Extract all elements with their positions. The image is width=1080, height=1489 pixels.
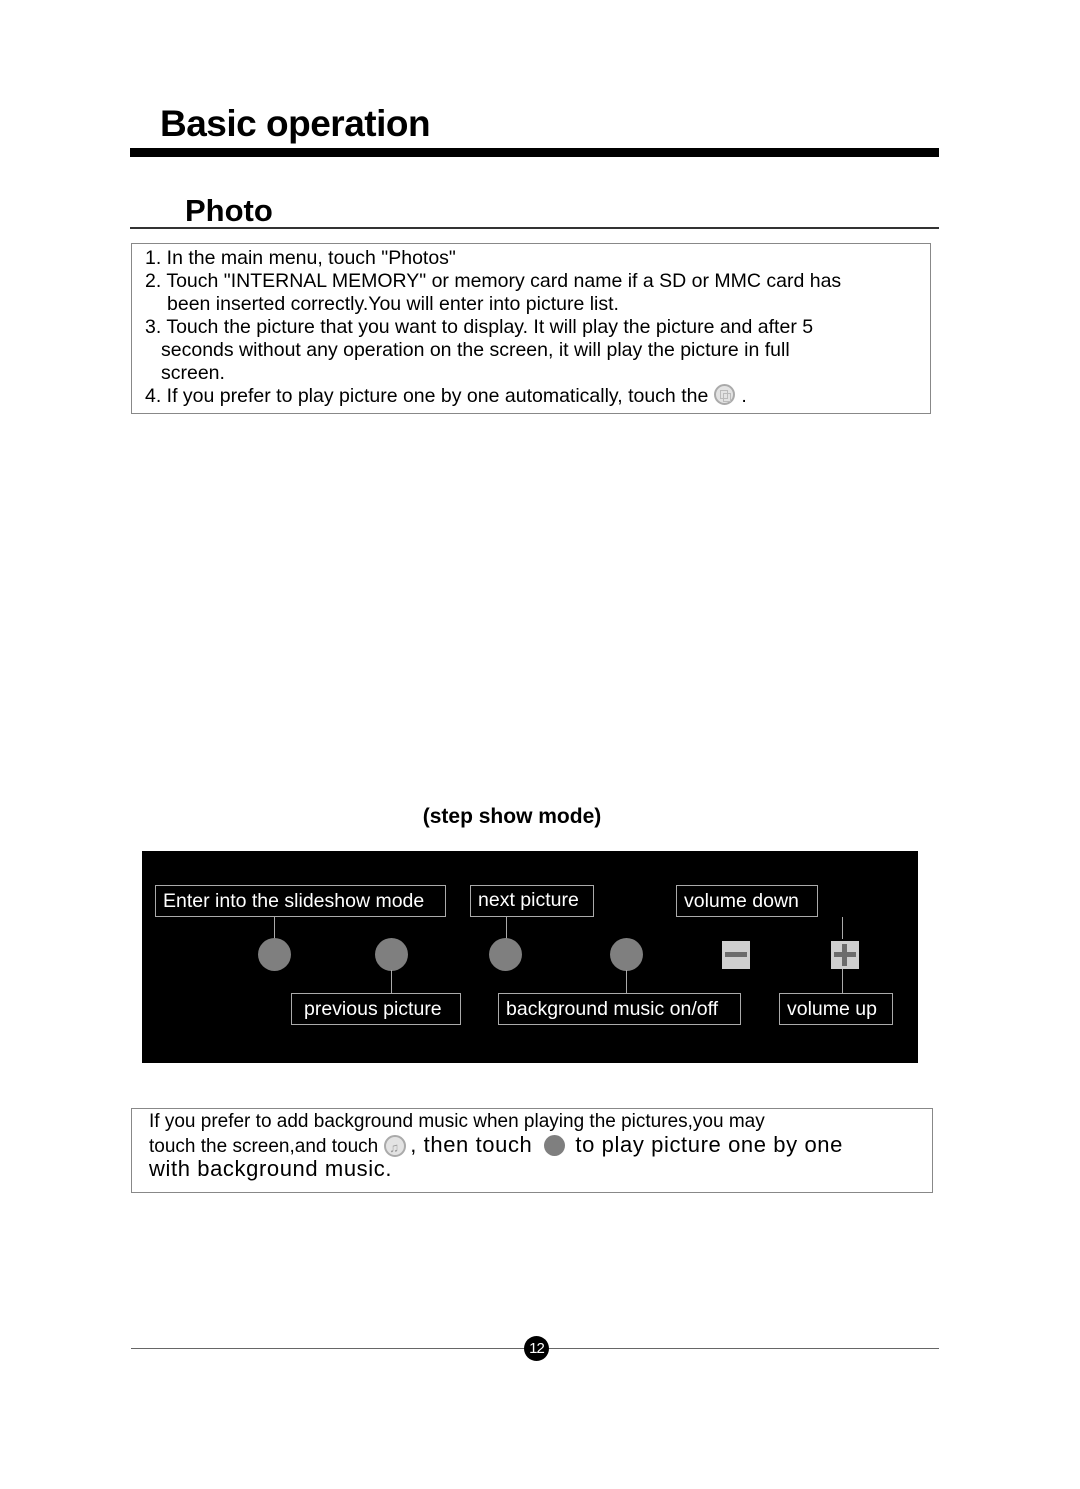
instruction-step-2: 2. Touch "INTERNAL MEMORY" or memory car… <box>145 270 842 292</box>
label-volume-down: volume down <box>676 885 818 917</box>
instructions-box: 1. In the main menu, touch "Photos" 2. T… <box>131 243 931 414</box>
page-number: 12 <box>524 1336 549 1361</box>
note-line-2: touch the screen,and touch , then touch to… <box>149 1132 843 1159</box>
connector-volume-up <box>842 969 843 993</box>
instruction-step-3-cont: seconds without any operation on the scr… <box>161 339 790 361</box>
minus-icon <box>725 952 747 957</box>
previous-button[interactable] <box>375 938 408 971</box>
label-next-picture: next picture <box>470 885 594 917</box>
play-dot-icon <box>544 1135 566 1157</box>
next-button[interactable] <box>489 938 522 971</box>
instruction-step-1: 1. In the main menu, touch "Photos" <box>145 247 456 269</box>
instruction-step-3-cont2: screen. <box>161 362 225 384</box>
plus-icon-vertical <box>842 944 847 966</box>
label-previous-picture: previous picture <box>291 993 461 1025</box>
label-slideshow-mode: Enter into the slideshow mode <box>155 885 446 917</box>
instruction-step-4-end: . <box>741 385 747 407</box>
volume-down-button[interactable] <box>722 941 750 969</box>
label-background-music: background music on/off <box>498 993 741 1025</box>
note-line-1: If you prefer to add background music wh… <box>149 1111 765 1132</box>
note-line-2b: , then touch <box>410 1132 533 1157</box>
connector-music <box>626 970 627 993</box>
connector-volume-down <box>842 917 843 939</box>
section-divider <box>130 227 939 229</box>
instruction-step-2-cont: been inserted correctly.You will enter i… <box>167 293 619 315</box>
diagram-caption: (step show mode) <box>422 805 602 828</box>
section-title: Photo <box>185 193 273 228</box>
music-toggle-button[interactable] <box>610 938 643 971</box>
connector-slideshow <box>274 917 275 939</box>
music-note-box: If you prefer to add background music wh… <box>131 1108 933 1193</box>
instruction-step-4-text: 4. If you prefer to play picture one by … <box>145 385 709 407</box>
connector-next <box>506 917 507 939</box>
music-icon <box>384 1134 407 1159</box>
slideshow-button[interactable] <box>258 938 291 971</box>
note-line-3: with background music. <box>149 1156 393 1181</box>
instruction-step-3: 3. Touch the picture that you want to di… <box>145 316 814 338</box>
note-line-2a: touch the screen,and touch <box>149 1136 379 1157</box>
note-line-2c: to play picture one by one <box>575 1132 843 1157</box>
label-volume-up: volume up <box>779 993 893 1025</box>
title-divider <box>130 148 939 157</box>
connector-previous <box>391 970 392 993</box>
control-diagram: Enter into the slideshow mode next pictu… <box>142 851 918 1063</box>
slideshow-icon <box>714 384 736 406</box>
volume-up-button[interactable] <box>831 941 859 969</box>
page-title: Basic operation <box>160 103 431 144</box>
instruction-step-4: 4. If you prefer to play picture one by … <box>145 384 747 408</box>
